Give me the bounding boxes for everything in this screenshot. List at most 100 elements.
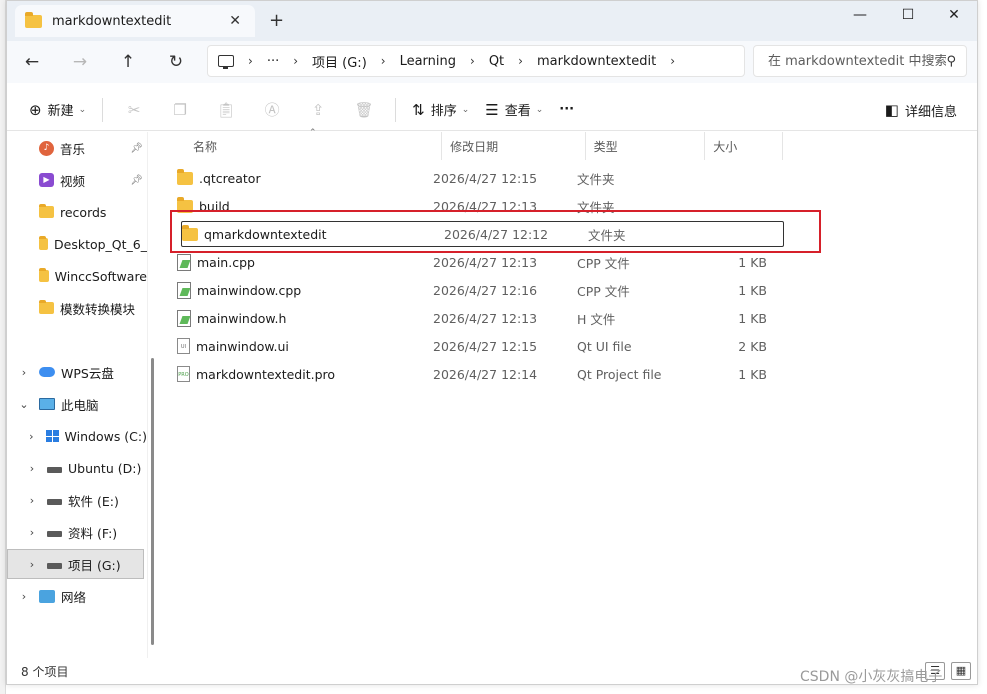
file-name: mainwindow.h <box>197 310 287 326</box>
file-row[interactable]: main.cpp 2026/4/27 12:13 CPP 文件 1 KB <box>177 249 777 275</box>
file-row[interactable]: .qtcreator 2026/4/27 12:15 文件夹 <box>177 165 777 191</box>
chevron-right-icon[interactable]: › <box>25 494 39 507</box>
sidebar-item-video[interactable]: ▶ 视频 📌︎ <box>7 165 147 195</box>
pc-icon <box>39 398 55 410</box>
chevron-right-icon[interactable]: › <box>25 558 39 571</box>
cut-icon[interactable]: ✂ <box>111 101 157 119</box>
sidebar-item-winccsoftware[interactable]: WinccSoftware <box>7 261 147 291</box>
column-header-size[interactable]: 大小 <box>705 132 783 160</box>
chevron-right-icon[interactable]: › <box>17 366 31 379</box>
refresh-button[interactable]: ↻ <box>159 47 193 77</box>
column-header-type[interactable]: 类型 <box>586 132 706 160</box>
delete-icon[interactable]: 🗑︎ <box>341 101 387 119</box>
sidebar-item-drive-d[interactable]: › Ubuntu (D:) <box>7 453 147 483</box>
column-header-label: 大小 <box>713 139 738 154</box>
file-name: mainwindow.ui <box>196 338 289 354</box>
details-pane-button[interactable]: ◧ 详细信息 <box>877 94 965 126</box>
sidebar-item-wps-cloud[interactable]: › WPS云盘 <box>7 357 147 387</box>
folder-icon <box>177 168 193 185</box>
chevron-right-icon[interactable]: › <box>381 54 386 68</box>
cloud-icon <box>39 367 55 377</box>
up-button[interactable]: ↑ <box>111 47 145 77</box>
sidebar-item-label: 模数转换模块 <box>60 301 136 317</box>
file-row[interactable]: PRO markdowntextedit.pro 2026/4/27 12:14 … <box>177 361 777 387</box>
pin-icon: 📌︎ <box>130 174 143 186</box>
view-button[interactable]: ☰ 查看 ⌄ <box>477 94 551 126</box>
sidebar-item-records[interactable]: records <box>7 197 147 227</box>
tab-close-icon[interactable]: ✕ <box>225 13 245 29</box>
sidebar-item-drive-f[interactable]: › 资料 (F:) <box>7 517 147 547</box>
music-icon: ♪ <box>39 140 54 156</box>
folder-icon <box>39 300 54 314</box>
file-modified: 2026/4/27 12:16 <box>433 282 538 298</box>
sidebar-item-music[interactable]: ♪ 音乐 📌︎ <box>7 133 147 163</box>
folder-icon <box>39 204 54 218</box>
paste-icon[interactable]: 📋︎ <box>203 101 249 119</box>
chevron-right-icon[interactable]: › <box>293 54 298 68</box>
sidebar-item-label: Ubuntu (D:) <box>68 460 142 476</box>
drive-icon <box>47 499 62 505</box>
tiles-view-toggle[interactable]: ▦ <box>951 662 971 680</box>
chevron-right-icon[interactable]: › <box>25 526 39 539</box>
chevron-right-icon[interactable]: › <box>25 462 39 475</box>
breadcrumb-more[interactable]: ··· <box>267 54 279 69</box>
details-button-label: 详细信息 <box>904 104 957 120</box>
forward-button[interactable]: → <box>63 47 97 77</box>
sidebar-item-drive-e[interactable]: › 软件 (E:) <box>7 485 147 515</box>
file-row[interactable]: UI mainwindow.ui 2026/4/27 12:15 Qt UI fi… <box>177 333 777 359</box>
chevron-right-icon[interactable]: › <box>518 54 523 68</box>
sidebar-item-drive-c[interactable]: › Windows (C:) <box>7 421 147 451</box>
address-bar[interactable]: › ··· › 项目 (G:) › Learning › Qt › markdo… <box>207 45 745 77</box>
breadcrumb-markdowntextedit[interactable]: markdowntextedit <box>537 54 656 69</box>
breadcrumb-qt[interactable]: Qt <box>489 54 504 69</box>
new-button[interactable]: ⊕ 新建 ⌄ <box>21 94 94 126</box>
file-type: Qt UI file <box>577 338 632 354</box>
file-row-selected[interactable]: qmarkdowntextedit 2026/4/27 12:12 文件夹 <box>181 221 784 247</box>
breadcrumb-drive-g[interactable]: 项目 (G:) <box>312 52 367 71</box>
chevron-down-icon[interactable]: ⌄ <box>17 398 31 411</box>
tab-markdowntextedit[interactable]: markdowntextedit ✕ <box>15 5 255 37</box>
chevron-right-icon[interactable]: › <box>17 590 31 603</box>
minimize-button[interactable]: — <box>837 1 883 29</box>
sidebar-item-this-pc[interactable]: ⌄ 此电脑 <box>7 389 147 419</box>
chevron-right-icon[interactable]: › <box>470 54 475 68</box>
new-tab-button[interactable]: + <box>269 10 284 31</box>
column-header-name[interactable]: 名称 ⌃ <box>161 128 443 160</box>
sidebar-item-drive-g[interactable]: › 项目 (G:) <box>7 549 144 579</box>
folder-icon <box>25 11 42 28</box>
maximize-button[interactable]: ☐ <box>885 1 931 29</box>
sidebar-scrollbar[interactable] <box>151 358 154 645</box>
breadcrumb-learning[interactable]: Learning <box>400 54 456 69</box>
search-box[interactable]: ⚲ <box>753 45 967 77</box>
file-row[interactable]: mainwindow.cpp 2026/4/27 12:16 CPP 文件 1 … <box>177 277 777 303</box>
file-row[interactable]: mainwindow.h 2026/4/27 12:13 H 文件 1 KB <box>177 305 777 331</box>
file-size: 2 KB <box>738 338 767 354</box>
chevron-down-icon: ⌄ <box>461 104 470 115</box>
share-icon[interactable]: ⇪ <box>295 101 341 119</box>
back-button[interactable]: ← <box>15 47 49 77</box>
sidebar-item-desktop-qt[interactable]: Desktop_Qt_6_ <box>7 229 147 259</box>
column-header-modified[interactable]: 修改日期 <box>442 132 586 160</box>
chevron-right-icon[interactable]: › <box>670 54 675 68</box>
search-input[interactable] <box>768 53 947 69</box>
file-row[interactable]: build 2026/4/27 12:13 文件夹 <box>177 193 777 219</box>
sidebar-item-network[interactable]: › 网络 <box>7 581 147 611</box>
sidebar-item-adc-module[interactable]: 模数转换模块 <box>7 293 147 323</box>
chevron-right-icon[interactable]: › <box>25 430 38 443</box>
address-row: ← → ↑ ↻ › ··· › 项目 (G:) › Learning › Qt … <box>7 41 977 83</box>
search-icon[interactable]: ⚲ <box>946 54 956 69</box>
copy-icon[interactable]: ❐ <box>157 101 203 119</box>
close-window-button[interactable]: ✕ <box>931 1 977 29</box>
file-modified: 2026/4/27 12:14 <box>433 366 538 382</box>
folder-icon <box>39 268 49 282</box>
file-modified: 2026/4/27 12:12 <box>444 226 549 242</box>
sort-button[interactable]: ⇅ 排序 ⌄ <box>404 94 477 126</box>
sort-icon: ⇅ <box>412 100 425 119</box>
more-options-button[interactable]: ··· <box>551 94 582 126</box>
file-size: 1 KB <box>738 254 767 270</box>
folder-icon <box>39 236 48 250</box>
sidebar-item-label: Windows (C:) <box>64 428 147 444</box>
file-size: 1 KB <box>738 282 767 298</box>
rename-icon[interactable]: Ⓐ <box>249 99 295 120</box>
windows-drive-icon <box>45 430 59 442</box>
